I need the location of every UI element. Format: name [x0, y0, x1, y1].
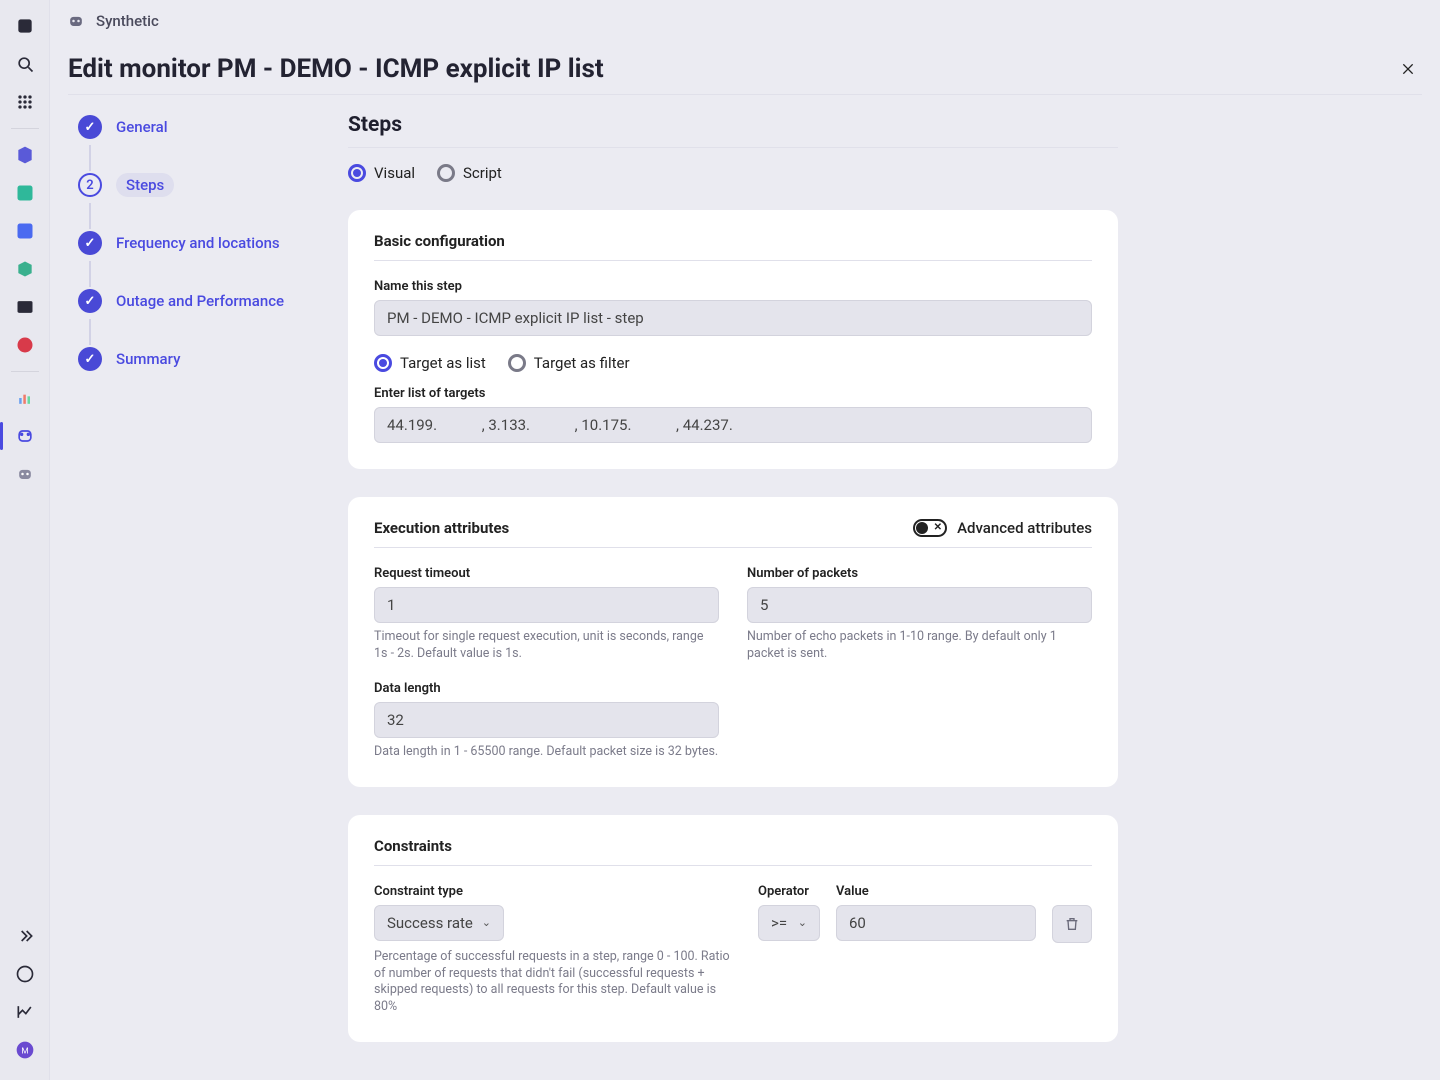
- step-general[interactable]: ✓ General: [78, 113, 328, 141]
- avatar[interactable]: M: [7, 1032, 43, 1068]
- field-label: Name this step: [374, 279, 1092, 294]
- advanced-attributes-toggle[interactable]: ✕ Advanced attributes: [913, 519, 1092, 537]
- radio-script[interactable]: Script: [437, 164, 502, 182]
- field-label: Operator: [758, 884, 820, 899]
- step-outage[interactable]: ✓ Outage and Performance: [78, 287, 328, 315]
- breadcrumb: Synthetic: [50, 0, 1440, 42]
- nav-synthetic-icon[interactable]: [7, 418, 43, 454]
- select-value: Success rate: [387, 914, 473, 932]
- radio-visual[interactable]: Visual: [348, 164, 415, 182]
- delete-constraint-button[interactable]: [1052, 905, 1092, 943]
- help-icon[interactable]: [7, 956, 43, 992]
- field-label: Value: [836, 884, 1036, 899]
- radio-dot-icon: [508, 354, 526, 372]
- step-label: Outage and Performance: [116, 292, 284, 310]
- help-text: Percentage of successful requests in a s…: [374, 949, 734, 1017]
- step-name-input[interactable]: [374, 300, 1092, 336]
- analytics-icon[interactable]: [7, 994, 43, 1030]
- logo-icon[interactable]: [7, 8, 43, 44]
- radio-target-filter[interactable]: Target as filter: [508, 354, 630, 372]
- help-text: Data length in 1 - 65500 range. Default …: [374, 744, 719, 761]
- help-text: Number of echo packets in 1-10 range. By…: [747, 629, 1092, 663]
- step-frequency[interactable]: ✓ Frequency and locations: [78, 229, 328, 257]
- card-title: Execution attributes: [374, 519, 509, 537]
- radio-dot-icon: [374, 354, 392, 372]
- card-title: Constraints: [374, 837, 452, 855]
- radio-dot-icon: [348, 164, 366, 182]
- chevron-down-icon: ⌄: [482, 916, 491, 929]
- nav-cube-icon[interactable]: [7, 137, 43, 173]
- step-summary[interactable]: ✓ Summary: [78, 345, 328, 373]
- check-icon: ✓: [78, 115, 102, 139]
- svg-text:M: M: [21, 1046, 28, 1056]
- wizard-content: Steps Visual Script Basic configuration …: [348, 113, 1118, 1070]
- radio-label: Script: [463, 164, 502, 182]
- nav-dashboard-icon[interactable]: [7, 175, 43, 211]
- check-icon: ✓: [78, 231, 102, 255]
- nav-grid-icon[interactable]: [7, 213, 43, 249]
- radio-label: Target as filter: [534, 354, 630, 372]
- search-icon[interactable]: [7, 46, 43, 82]
- apps-icon[interactable]: [7, 84, 43, 120]
- step-label: Summary: [116, 350, 180, 368]
- step-label: Steps: [116, 173, 174, 197]
- operator-select[interactable]: >= ⌄: [758, 905, 820, 941]
- execution-attributes-card: Execution attributes ✕ Advanced attribut…: [348, 497, 1118, 787]
- constraint-value-input[interactable]: [836, 905, 1036, 941]
- constraint-type-select[interactable]: Success rate ⌄: [374, 905, 504, 941]
- nav-chart-icon[interactable]: [7, 380, 43, 416]
- field-label: Data length: [374, 681, 719, 696]
- basic-config-card: Basic configuration Name this step Targe…: [348, 210, 1118, 469]
- field-label: Enter list of targets: [374, 386, 1092, 401]
- field-label: Request timeout: [374, 566, 719, 581]
- field-label: Number of packets: [747, 566, 1092, 581]
- app-sidebar: M: [0, 0, 50, 1080]
- step-label: General: [116, 118, 168, 136]
- close-button[interactable]: [1394, 55, 1422, 83]
- radio-label: Target as list: [400, 354, 486, 372]
- step-connector: [89, 145, 91, 171]
- radio-dot-icon: [437, 164, 455, 182]
- packets-input[interactable]: [747, 587, 1092, 623]
- card-title: Basic configuration: [374, 232, 505, 250]
- toggle-icon: ✕: [913, 519, 947, 537]
- nav-bot-icon[interactable]: [7, 456, 43, 492]
- expand-sidebar-icon[interactable]: [7, 918, 43, 954]
- toggle-label: Advanced attributes: [957, 519, 1092, 537]
- nav-alert-icon[interactable]: [7, 327, 43, 363]
- targets-input[interactable]: [374, 407, 1092, 443]
- select-value: >=: [771, 914, 787, 932]
- help-text: Timeout for single request execution, un…: [374, 629, 719, 663]
- divider: [11, 371, 39, 372]
- check-icon: ✓: [78, 347, 102, 371]
- step-number: 2: [78, 173, 102, 197]
- page-body: Edit monitor PM - DEMO - ICMP explicit I…: [50, 42, 1440, 1080]
- field-label: Constraint type: [374, 884, 504, 899]
- wizard-stepper: ✓ General 2 Steps ✓ Frequency and locati…: [68, 113, 328, 1070]
- step-connector: [89, 319, 91, 345]
- check-icon: ✓: [78, 289, 102, 313]
- page-title: Edit monitor PM - DEMO - ICMP explicit I…: [68, 54, 604, 84]
- step-mode-radio-group: Visual Script: [348, 164, 1118, 182]
- constraints-card: Constraints Constraint type Success rate…: [348, 815, 1118, 1043]
- page-header: Edit monitor PM - DEMO - ICMP explicit I…: [68, 42, 1422, 95]
- step-steps[interactable]: 2 Steps: [78, 171, 328, 199]
- request-timeout-input[interactable]: [374, 587, 719, 623]
- chevron-down-icon: ⌄: [798, 916, 807, 929]
- step-label: Frequency and locations: [116, 234, 280, 252]
- step-connector: [89, 261, 91, 287]
- radio-label: Visual: [374, 164, 415, 182]
- data-length-input[interactable]: [374, 702, 719, 738]
- nav-box-icon[interactable]: [7, 251, 43, 287]
- section-heading: Steps: [348, 113, 1118, 148]
- spacer-label: [1052, 884, 1092, 899]
- nav-terminal-icon[interactable]: [7, 289, 43, 325]
- breadcrumb-label[interactable]: Synthetic: [96, 12, 159, 30]
- step-connector: [89, 203, 91, 229]
- divider: [11, 128, 39, 129]
- radio-target-list[interactable]: Target as list: [374, 354, 486, 372]
- synthetic-icon: [66, 11, 86, 31]
